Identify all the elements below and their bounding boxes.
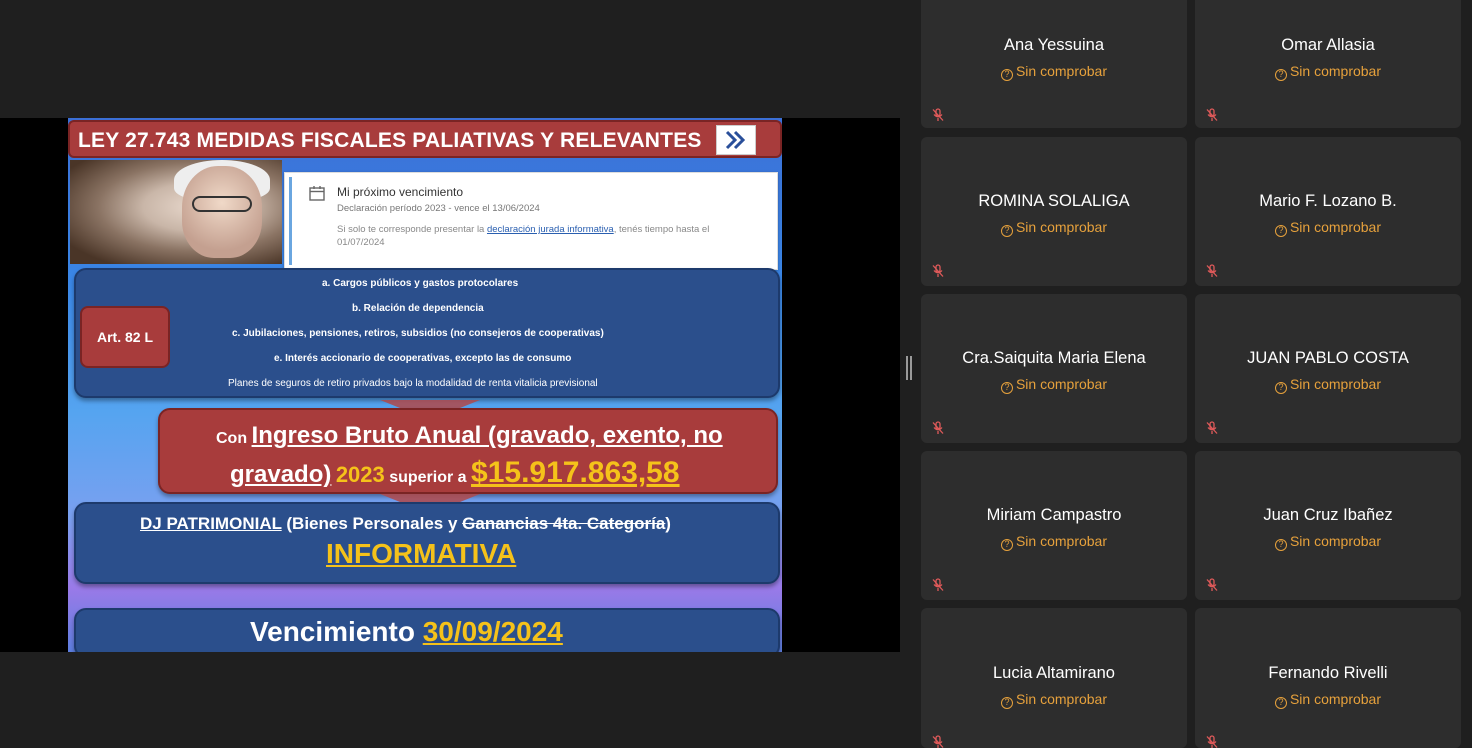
deadline-date: 30/09/2024 — [422, 616, 563, 647]
due-card-heading: Mi próximo vencimiento — [337, 185, 464, 199]
question-circle-icon: ? — [1274, 382, 1287, 394]
mic-muted-icon — [932, 108, 944, 121]
mic-muted-icon — [1206, 578, 1218, 591]
slide-title-bar: LEY 27.743 MEDIDAS FISCALES PALIATIVAS Y… — [68, 120, 782, 158]
presentation-slide: LEY 27.743 MEDIDAS FISCALES PALIATIVAS Y… — [68, 118, 782, 652]
verification-status: ? Sin comprobar — [1195, 691, 1461, 709]
participant-tile[interactable]: Cra.Saiquita Maria Elena ? Sin comprobar — [921, 294, 1187, 443]
participant-name: Ana Yessuina — [1003, 36, 1104, 54]
deadline-box: Vencimiento 30/09/2024 — [74, 608, 780, 652]
verification-status: ? Sin comprobar — [921, 63, 1187, 81]
mic-muted-icon — [1206, 421, 1218, 434]
dj-type: INFORMATIVA — [326, 538, 517, 569]
meeting-window: LEY 27.743 MEDIDAS FISCALES PALIATIVAS Y… — [0, 0, 1472, 748]
participant-name: Miriam Campastro — [986, 506, 1122, 524]
article-badge: Art. 82 L — [80, 306, 170, 368]
participant-tile[interactable]: ROMINA SOLALIGA ? Sin comprobar — [921, 137, 1187, 286]
list-item: c. Jubilaciones, pensiones, retiros, sub… — [232, 328, 604, 339]
panel-resize-handle[interactable] — [905, 356, 913, 380]
list-item: Planes de seguros de retiro privados baj… — [228, 378, 598, 389]
verification-status: ? Sin comprobar — [921, 376, 1187, 394]
verification-status: ? Sin comprobar — [1195, 219, 1461, 237]
question-circle-icon: ? — [1274, 225, 1287, 237]
due-date-card: Mi próximo vencimiento Declaración perío… — [284, 172, 778, 270]
participant-tile[interactable]: Ana Yessuina ? Sin comprobar — [921, 0, 1187, 128]
dj-label: DJ PATRIMONIAL (Bienes Personales y Gana… — [140, 514, 671, 533]
question-circle-icon: ? — [1000, 225, 1013, 237]
question-circle-icon: ? — [1274, 539, 1287, 551]
verification-status: ? Sin comprobar — [921, 219, 1187, 237]
calendar-icon — [309, 186, 325, 201]
participant-name: Lucia Altamirano — [993, 664, 1115, 682]
participant-tile[interactable]: Omar Allasia ? Sin comprobar — [1195, 0, 1461, 128]
question-circle-icon: ? — [1000, 539, 1013, 551]
participant-tile[interactable]: JUAN PABLO COSTA ? Sin comprobar — [1195, 294, 1461, 443]
elderly-woman-photo — [70, 160, 282, 264]
participant-name: Juan Cruz Ibañez — [1263, 506, 1393, 524]
mic-muted-icon — [932, 264, 944, 277]
question-circle-icon: ? — [1274, 697, 1287, 709]
mic-muted-icon — [1206, 735, 1218, 748]
mic-muted-icon — [932, 735, 944, 748]
verification-status: ? Sin comprobar — [1195, 533, 1461, 551]
income-line-2: gravado) 2023 superior a $15.917.863,58 — [230, 456, 680, 489]
verification-status: ? Sin comprobar — [921, 533, 1187, 551]
participant-tile[interactable]: Lucia Altamirano ? Sin comprobar — [921, 608, 1187, 748]
question-circle-icon: ? — [1000, 382, 1013, 394]
participant-tile[interactable]: Juan Cruz Ibañez ? Sin comprobar — [1195, 451, 1461, 600]
participant-name: Cra.Saiquita Maria Elena — [962, 349, 1146, 367]
participant-name: Omar Allasia — [1281, 36, 1375, 54]
participant-tile[interactable]: Mario F. Lozano B. ? Sin comprobar — [1195, 137, 1461, 286]
income-amount: $15.917.863,58 — [471, 456, 680, 489]
income-threshold-box: Con Ingreso Bruto Anual (gravado, exento… — [158, 408, 778, 494]
income-line-1: Con Ingreso Bruto Anual (gravado, exento… — [216, 422, 723, 449]
due-card-subheading: Declaración período 2023 - vence el 13/0… — [337, 203, 540, 214]
participant-name: ROMINA SOLALIGA — [978, 192, 1130, 210]
list-item: b. Relación de dependencia — [352, 303, 484, 314]
mic-muted-icon — [1206, 264, 1218, 277]
dj-patrimonial-box: DJ PATRIMONIAL (Bienes Personales y Gana… — [74, 502, 780, 584]
mic-muted-icon — [932, 421, 944, 434]
mic-muted-icon — [1206, 108, 1218, 121]
participant-name: Mario F. Lozano B. — [1259, 192, 1397, 210]
question-circle-icon: ? — [1000, 69, 1013, 81]
mic-muted-icon — [932, 578, 944, 591]
due-card-note: Si solo te corresponde presentar la decl… — [337, 224, 710, 248]
slide-title: LEY 27.743 MEDIDAS FISCALES PALIATIVAS Y… — [78, 129, 702, 152]
deadline-text: Vencimiento 30/09/2024 — [250, 616, 563, 647]
verification-status: ? Sin comprobar — [921, 691, 1187, 709]
participant-name: Fernando Rivelli — [1268, 664, 1388, 682]
question-circle-icon: ? — [1274, 69, 1287, 81]
logo-icon — [716, 125, 756, 155]
question-circle-icon: ? — [1000, 697, 1013, 709]
shared-screen: LEY 27.743 MEDIDAS FISCALES PALIATIVAS Y… — [0, 118, 900, 652]
shared-screen-stage: LEY 27.743 MEDIDAS FISCALES PALIATIVAS Y… — [0, 0, 900, 748]
list-item: e. Interés accionario de cooperativas, e… — [274, 353, 572, 364]
participants-grid: Ana Yessuina ? Sin comprobar Omar Allasia ? S… — [921, 0, 1472, 748]
declaration-link: declaración jurada informativa — [486, 224, 614, 235]
participant-name: JUAN PABLO COSTA — [1247, 349, 1409, 367]
verification-status: ? Sin comprobar — [1195, 376, 1461, 394]
verification-status: ? Sin comprobar — [1195, 63, 1461, 81]
participant-tile[interactable]: Miriam Campastro ? Sin comprobar — [921, 451, 1187, 600]
list-item: a. Cargos públicos y gastos protocolares — [322, 278, 519, 289]
participant-tile[interactable]: Fernando Rivelli ? Sin comprobar — [1195, 608, 1461, 748]
